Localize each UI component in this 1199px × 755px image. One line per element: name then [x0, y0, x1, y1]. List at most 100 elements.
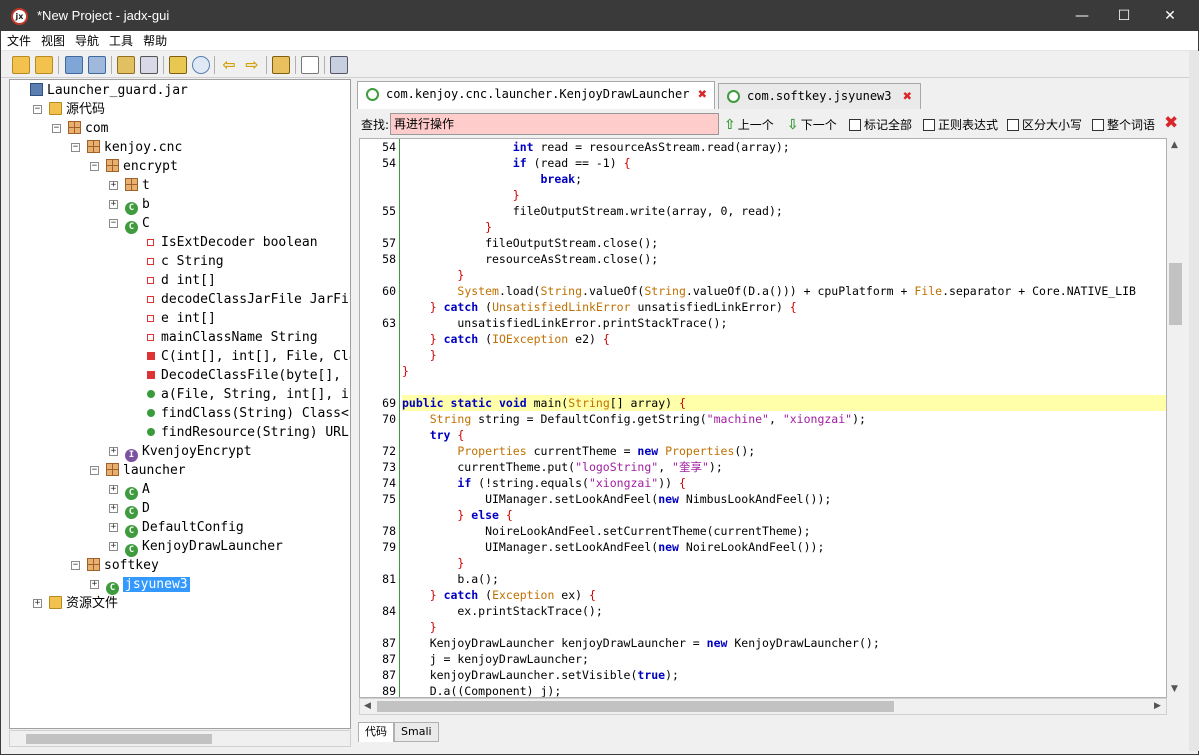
tree-node[interactable]: − kenjoy.cnc	[71, 138, 182, 157]
log-icon[interactable]	[301, 56, 319, 74]
case-sensitive-checkbox[interactable]: 区分大小写	[1007, 116, 1082, 133]
tree-node[interactable]: + t	[109, 176, 150, 195]
sync-icon[interactable]	[117, 56, 135, 74]
collapse-icon[interactable]: −	[52, 124, 61, 133]
tree-node[interactable]: + C KenjoyDrawLauncher	[109, 537, 283, 557]
tree-node[interactable]: + 资源文件	[33, 594, 118, 613]
collapse-icon[interactable]: −	[71, 143, 80, 152]
expand-icon[interactable]: +	[109, 447, 118, 456]
tree-node[interactable]: − 源代码	[33, 100, 105, 119]
code-line: if (read == -1) {	[512, 156, 631, 170]
add-files-icon[interactable]	[35, 56, 53, 74]
tab-smali[interactable]: Smali	[394, 722, 439, 742]
tree-node-label: t	[142, 178, 150, 193]
tree-node[interactable]: − encrypt	[90, 157, 178, 176]
regex-checkbox[interactable]: 正则表达式	[923, 116, 998, 133]
tree-node[interactable]: + C D	[109, 499, 150, 519]
line-number: 57	[382, 236, 396, 250]
tab-code[interactable]: 代码	[358, 722, 394, 742]
close-window-button[interactable]: ✕	[1147, 1, 1193, 31]
tree-node[interactable]: decodeClassJarFile JarFile	[144, 290, 350, 309]
expand-icon[interactable]: +	[109, 542, 118, 551]
tree-node[interactable]: C(int[], int[], File, Class	[144, 347, 350, 366]
tree-node[interactable]: mainClassName String	[144, 328, 318, 347]
tree-horizontal-scrollbar[interactable]	[9, 730, 351, 747]
scroll-up-icon[interactable]: ▲	[1171, 140, 1178, 150]
close-tab-icon[interactable]: ✖	[696, 87, 709, 102]
find-input[interactable]: 再进行操作	[390, 113, 719, 135]
menu-file[interactable]: 文件	[1, 31, 35, 51]
collapse-icon[interactable]: −	[90, 466, 99, 475]
tree-node[interactable]: a(File, String, int[], int	[144, 385, 350, 404]
field-icon	[147, 239, 154, 246]
expand-icon[interactable]: +	[109, 181, 118, 190]
checkbox-icon	[1092, 119, 1104, 131]
expand-icon[interactable]: +	[109, 200, 118, 209]
tree-node[interactable]: + I KvenjoyEncrypt	[109, 442, 252, 462]
save-all-icon[interactable]	[65, 56, 83, 74]
tab-jsyunew3[interactable]: com.softkey.jsyunew3 ✖	[718, 83, 921, 109]
tree-node[interactable]: + C A	[109, 480, 150, 500]
expand-tree-icon[interactable]	[140, 56, 158, 74]
window-edge	[1189, 51, 1199, 751]
expand-icon[interactable]: +	[109, 504, 118, 513]
tree-node[interactable]: − com	[52, 119, 108, 138]
tree-node[interactable]: e int[]	[144, 309, 216, 328]
tree-node[interactable]: − C C	[109, 214, 150, 234]
expand-icon[interactable]: +	[109, 523, 118, 532]
tab-kenjoy-draw-launcher[interactable]: com.kenjoy.cnc.launcher.KenjoyDrawLaunch…	[357, 81, 715, 109]
project-tree[interactable]: Launcher_guard.jar − 源代码 − com − kenjoy.cnc − en…	[9, 79, 351, 729]
menu-navigation[interactable]: 导航	[69, 31, 103, 51]
mark-all-checkbox[interactable]: 标记全部	[849, 116, 912, 133]
tree-node[interactable]: d int[]	[144, 271, 216, 290]
tree-node[interactable]: DecodeClassFile(byte[], in	[144, 366, 350, 385]
tree-node[interactable]: + Cjsyunew3	[90, 575, 190, 595]
code-vscroll-thumb[interactable]	[1169, 263, 1182, 325]
tree-node[interactable]: − softkey	[71, 556, 159, 575]
expand-icon[interactable]: +	[33, 599, 42, 608]
close-tab-icon[interactable]: ✖	[901, 89, 914, 104]
scroll-right-icon[interactable]: ▶	[1154, 701, 1161, 711]
minimize-button[interactable]: —	[1059, 1, 1105, 31]
code-line: currentTheme.put("logoString", "奎享");	[402, 460, 723, 474]
collapse-icon[interactable]: −	[33, 105, 42, 114]
tree-node[interactable]: + C DefaultConfig	[109, 518, 244, 538]
maximize-button[interactable]: ☐	[1101, 1, 1147, 31]
scroll-down-icon[interactable]: ▼	[1171, 684, 1178, 694]
tree-node[interactable]: findClass(String) Class<?>	[144, 404, 350, 423]
whole-word-checkbox[interactable]: 整个词语	[1092, 116, 1155, 133]
wand-icon[interactable]	[169, 56, 187, 74]
decompile-icon[interactable]	[272, 56, 290, 74]
menu-help[interactable]: 帮助	[137, 31, 171, 51]
code-editor[interactable]: 54 54 55 57 58 60 63 69 70 72 73 74 75 78 79 81 84 87 87 87…	[359, 138, 1167, 698]
tree-node[interactable]: + Cb	[109, 195, 150, 215]
tree-scroll-thumb[interactable]	[26, 734, 212, 744]
tree-node[interactable]: c String	[144, 252, 224, 271]
collapse-icon[interactable]: −	[109, 219, 118, 228]
close-find-icon[interactable]: ✖	[1164, 113, 1178, 133]
find-prev-button[interactable]: ⇧ 上一个	[724, 116, 774, 133]
menu-tools[interactable]: 工具	[103, 31, 137, 51]
expand-icon[interactable]: +	[90, 580, 99, 589]
collapse-icon[interactable]: −	[90, 162, 99, 171]
preferences-icon[interactable]	[330, 56, 348, 74]
open-folder-icon[interactable]	[12, 56, 30, 74]
collapse-icon[interactable]: −	[71, 561, 80, 570]
code-hscroll-thumb[interactable]	[377, 701, 894, 712]
scroll-left-icon[interactable]: ◀	[364, 701, 371, 711]
forward-icon[interactable]: ⇨	[243, 56, 261, 74]
tree-node[interactable]: findResource(String) URL	[144, 423, 349, 442]
menu-bar: 文件 视图 导航 工具 帮助	[1, 31, 1198, 51]
expand-icon[interactable]: +	[109, 485, 118, 494]
code-vertical-scrollbar[interactable]: ▲ ▼	[1167, 138, 1184, 698]
tree-node[interactable]: − launcher	[90, 461, 186, 480]
find-next-button[interactable]: ⇩ 下一个	[787, 116, 837, 133]
tree-node[interactable]: Launcher_guard.jar	[30, 81, 188, 100]
line-number: 70	[382, 412, 396, 426]
export-icon[interactable]	[88, 56, 106, 74]
search-icon[interactable]	[192, 56, 210, 74]
back-icon[interactable]: ⇦	[220, 56, 238, 74]
menu-view[interactable]: 视图	[35, 31, 69, 51]
tree-node[interactable]: IsExtDecoder boolean	[144, 233, 318, 252]
code-line: } catch (UnsatisfiedLinkError unsatisfie…	[429, 300, 797, 314]
